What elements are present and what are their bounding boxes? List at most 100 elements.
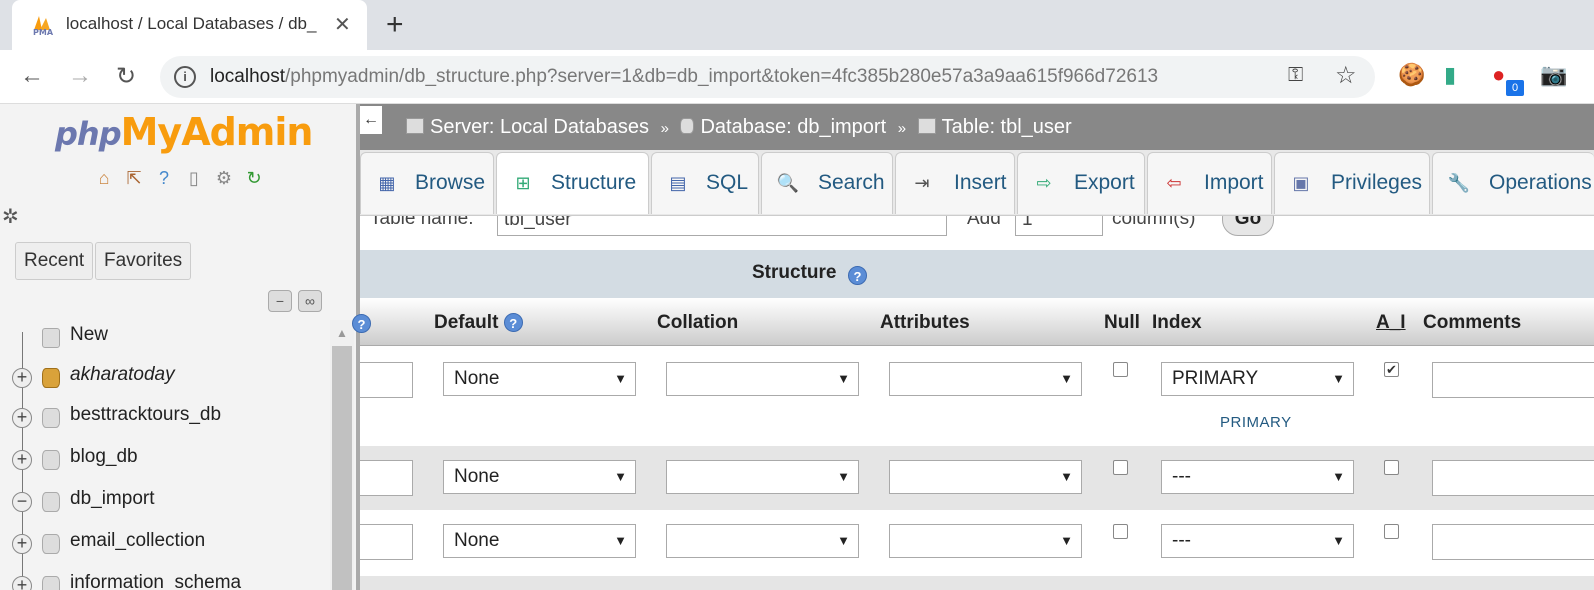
default-select[interactable]: None <box>443 460 636 494</box>
tab-sql[interactable]: ▤ SQL <box>651 152 759 214</box>
new-tab-button[interactable]: + <box>386 8 404 42</box>
export-icon: ⇨ <box>1036 173 1052 193</box>
index-select[interactable]: --- <box>1161 524 1354 558</box>
column-length-input[interactable] <box>360 362 413 398</box>
table-name-input[interactable]: tbl_user <box>497 216 947 236</box>
column-length-input[interactable] <box>360 524 413 560</box>
tree-controls: − ∞ <box>268 290 322 312</box>
table-row <box>360 576 1594 590</box>
help-icon[interactable]: ? <box>848 266 867 285</box>
logout-icon[interactable]: ⇱ <box>122 166 146 190</box>
default-select[interactable]: None <box>443 362 636 396</box>
null-checkbox[interactable] <box>1113 460 1128 475</box>
column-length-input[interactable] <box>360 460 413 496</box>
extension-badge: 0 <box>1506 80 1524 96</box>
tab-privileges[interactable]: ▣ Privileges <box>1274 152 1430 214</box>
browser-toolbar: ← → ↻ i localhost/phpmyadmin/db_structur… <box>0 50 1594 104</box>
table-row: None --- <box>360 446 1594 510</box>
address-bar[interactable]: i localhost/phpmyadmin/db_structure.php?… <box>160 56 1375 98</box>
attributes-select[interactable] <box>889 524 1082 558</box>
database-icon <box>680 118 695 134</box>
expand-icon[interactable]: + <box>12 450 32 470</box>
auto-increment-checkbox[interactable]: ✔ <box>1384 362 1399 377</box>
browser-tab[interactable]: PMA localhost / Local Databases / db_ ✕ <box>12 0 367 50</box>
comments-input[interactable] <box>1432 362 1594 398</box>
table-name-row: Table name: tbl_user Add 1 column(s) Go <box>360 216 1594 250</box>
breadcrumb-table[interactable]: Table: tbl_user <box>942 116 1072 138</box>
tree-scrollbar[interactable]: ▲ <box>330 320 354 590</box>
tab-structure[interactable]: ⊞ Structure <box>496 152 649 214</box>
structure-section-header: Structure ? <box>360 250 1594 298</box>
wrench-icon: 🔧 <box>1447 173 1471 193</box>
camera-extension-icon[interactable]: 📷 <box>1540 62 1567 88</box>
reload-icon[interactable]: ↻ <box>116 62 136 91</box>
expand-icon[interactable]: + <box>12 408 32 428</box>
help-icon[interactable]: ? <box>152 166 176 190</box>
tab-close-icon[interactable]: ✕ <box>334 12 351 37</box>
help-icon[interactable]: ? <box>503 313 523 333</box>
index-select[interactable]: PRIMARY <box>1161 362 1354 396</box>
nav-quick-icons: ⌂ ⇱ ? ▯ ⚙ ↻ <box>92 166 266 190</box>
breadcrumb-database[interactable]: Database: db_import <box>700 116 886 138</box>
phpmyadmin-logo[interactable]: phpMyAdmin <box>55 110 313 154</box>
null-checkbox[interactable] <box>1113 362 1128 377</box>
attributes-select[interactable] <box>889 362 1082 396</box>
database-icon <box>42 450 60 470</box>
key-icon[interactable]: ⚿ <box>1288 64 1303 87</box>
back-arrow-icon[interactable]: ← <box>20 62 44 90</box>
scroll-thumb[interactable] <box>332 346 352 590</box>
home-icon[interactable]: ⌂ <box>92 166 116 190</box>
attributes-select[interactable] <box>889 460 1082 494</box>
header-index: Index <box>1152 312 1202 333</box>
help-icon[interactable]: ? <box>352 314 371 333</box>
link-with-main-icon[interactable]: ∞ <box>298 290 322 312</box>
tab-browse[interactable]: ▦ Browse <box>360 152 494 214</box>
breadcrumb: ← Server: Local Databases » Database: db… <box>360 104 1594 150</box>
chart-extension-icon[interactable]: ▮ <box>1444 62 1456 88</box>
null-checkbox[interactable] <box>1113 524 1128 539</box>
docs-icon[interactable]: ▯ <box>182 166 206 190</box>
collation-select[interactable] <box>666 362 859 396</box>
add-columns-input[interactable]: 1 <box>1015 216 1103 236</box>
comments-input[interactable] <box>1432 460 1594 496</box>
cookie-extension-icon[interactable]: 🍪 <box>1398 62 1425 88</box>
tab-insert[interactable]: ⇥ Insert <box>895 152 1015 214</box>
header-auto-increment: A_I <box>1376 312 1406 333</box>
tab-export[interactable]: ⇨ Export <box>1017 152 1145 214</box>
header-null: Null <box>1104 312 1140 333</box>
bookmark-star-icon[interactable]: ☆ <box>1335 61 1357 90</box>
refresh-icon[interactable]: ↻ <box>242 166 266 190</box>
header-attributes: Attributes <box>880 312 970 333</box>
breadcrumb-server[interactable]: Server: Local Databases <box>430 116 649 138</box>
server-icon <box>406 118 424 134</box>
settings-gear-icon[interactable]: ⚙ <box>212 166 236 190</box>
auto-increment-checkbox[interactable] <box>1384 524 1399 539</box>
favorites-tab[interactable]: Favorites <box>95 242 192 280</box>
default-select[interactable]: None <box>443 524 636 558</box>
tab-import[interactable]: ⇦ Import <box>1147 152 1272 214</box>
site-info-icon[interactable]: i <box>174 66 196 88</box>
expand-icon[interactable]: + <box>12 368 32 388</box>
table-icon <box>917 118 936 134</box>
tab-operations[interactable]: 🔧 Operations <box>1432 152 1594 214</box>
auto-increment-checkbox[interactable] <box>1384 460 1399 475</box>
collation-select[interactable] <box>666 524 859 558</box>
collapse-icon[interactable]: − <box>12 492 32 512</box>
scroll-up-icon[interactable]: ▲ <box>336 326 348 340</box>
collapse-all-icon[interactable]: − <box>268 290 292 312</box>
comments-input[interactable] <box>1432 524 1594 560</box>
primary-index-link[interactable]: PRIMARY <box>1220 414 1292 431</box>
new-database-icon <box>42 328 60 348</box>
recent-tab[interactable]: Recent <box>15 242 94 280</box>
forward-arrow-icon[interactable]: → <box>68 62 92 90</box>
expand-icon[interactable]: + <box>12 534 32 554</box>
runner-extension-icon[interactable]: ● <box>1492 62 1505 88</box>
collapse-panel-arrow-icon[interactable]: ← <box>360 106 382 134</box>
expand-icon[interactable]: + <box>12 576 32 590</box>
go-button[interactable]: Go <box>1222 216 1274 236</box>
collation-select[interactable] <box>666 460 859 494</box>
url-text[interactable]: localhost/phpmyadmin/db_structure.php?se… <box>210 66 1158 88</box>
header-comments: Comments <box>1423 312 1522 333</box>
tab-search[interactable]: 🔍 Search <box>761 152 893 214</box>
index-select[interactable]: --- <box>1161 460 1354 494</box>
